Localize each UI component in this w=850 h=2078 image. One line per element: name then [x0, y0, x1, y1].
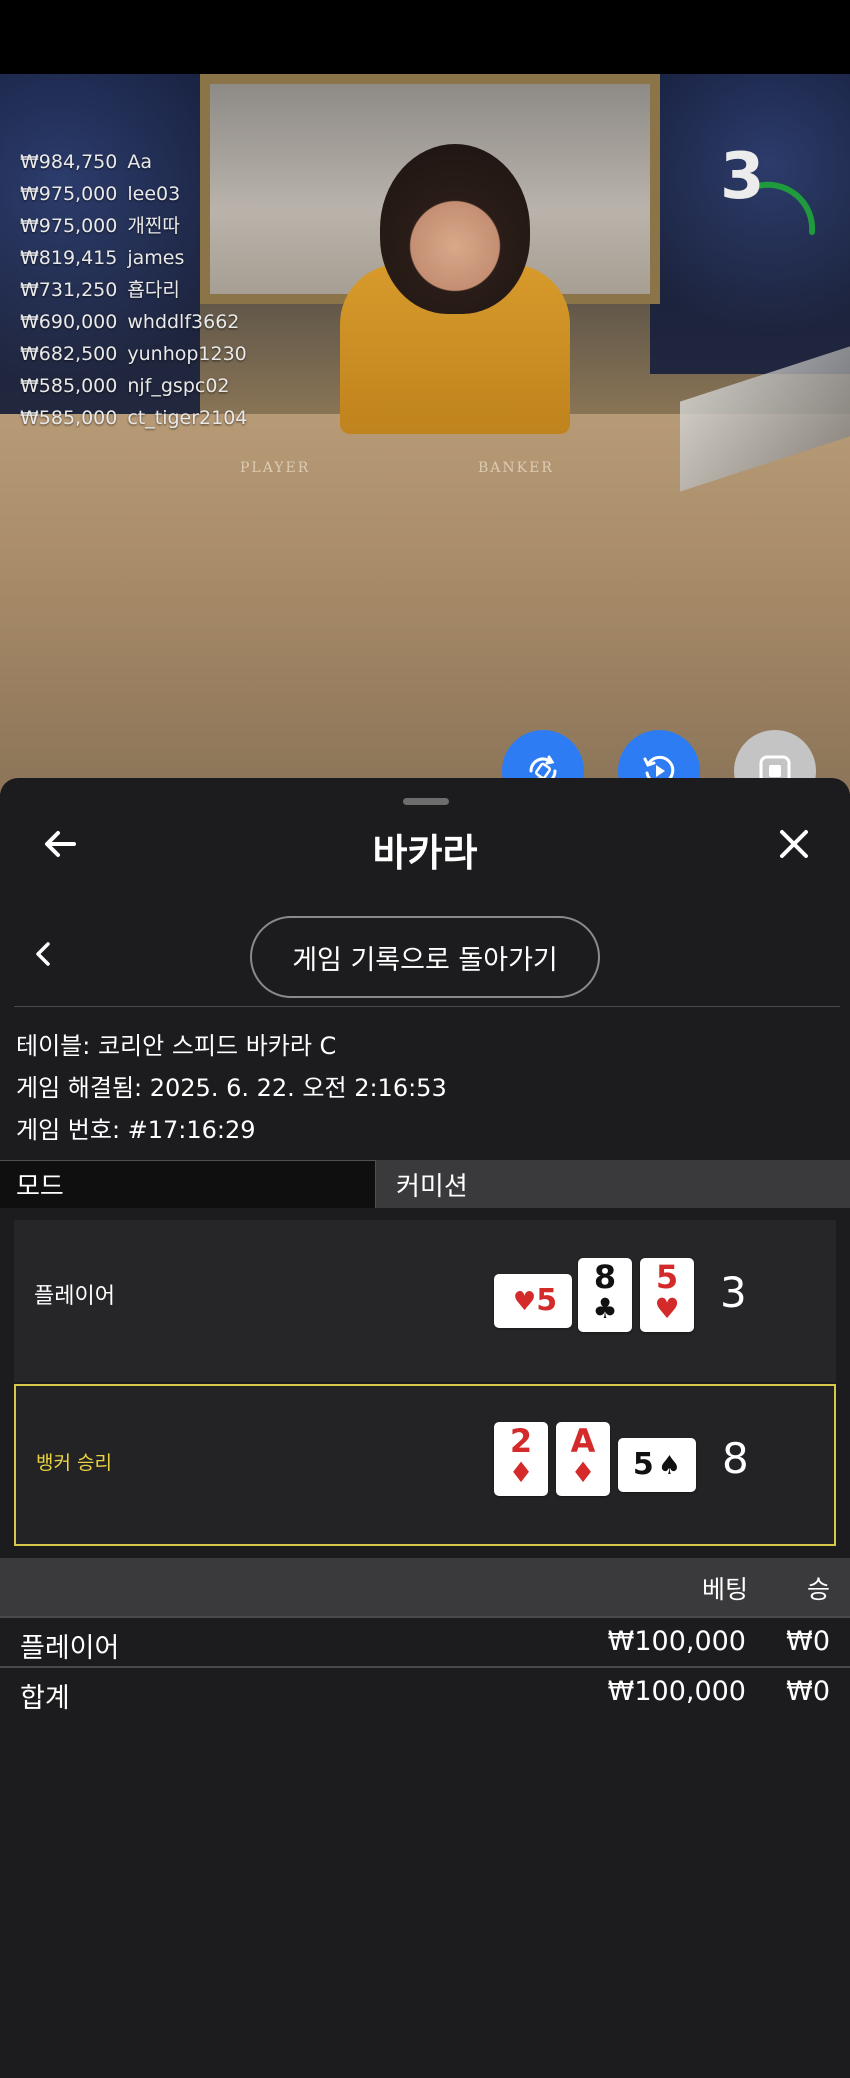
- banker-card-1-rank: 2: [509, 1422, 533, 1460]
- divider: [14, 1006, 840, 1007]
- countdown-timer: 3: [720, 140, 765, 214]
- back-to-history-button[interactable]: 게임 기록으로 돌아가기: [250, 916, 600, 998]
- leaderboard-amount: ₩984,750: [20, 151, 118, 173]
- banker-card-2: A ♦: [556, 1422, 610, 1496]
- banker-score: 8: [722, 1434, 749, 1483]
- bet-total-amount: ₩100,000: [607, 1676, 746, 1707]
- player-card-1: ♥5: [494, 1274, 572, 1328]
- leaderboard-row: ₩585,000 njf_gspc02: [20, 370, 247, 402]
- bet-column-header: 베팅: [701, 1575, 748, 1604]
- tab-commission[interactable]: 커미션: [376, 1160, 850, 1208]
- player-card-2-suit: ♣: [592, 1292, 618, 1325]
- leaderboard-player-name: njf_gspc02: [127, 375, 230, 397]
- leaderboard-amount: ₩975,000: [20, 215, 118, 237]
- banker-card-2-rank: A: [570, 1422, 596, 1460]
- tab-mode[interactable]: 모드: [0, 1160, 376, 1208]
- player-score: 3: [720, 1268, 747, 1317]
- leaderboard-player-name: 개찐따: [127, 215, 180, 237]
- leaderboard: ₩984,750 Aa ₩975,000 lee03 ₩975,000 개찐따 ₩819,4…: [20, 146, 247, 434]
- leaderboard-amount: ₩585,000: [20, 407, 118, 429]
- player-card-2-rank: 8: [593, 1258, 617, 1296]
- leaderboard-player-name: ct_tiger2104: [127, 407, 248, 429]
- sheet-title: 바카라: [372, 831, 478, 875]
- game-number: 게임 번호: #17:16:29: [16, 1116, 256, 1144]
- sheet-header: 바카라: [0, 814, 850, 894]
- bet-row-win: ₩0: [786, 1626, 830, 1657]
- resolved-time: 게임 해결됨: 2025. 6. 22. 오전 2:16:53: [16, 1074, 447, 1102]
- leaderboard-player-name: yunhop1230: [127, 343, 247, 365]
- win-column-header: 승: [806, 1575, 830, 1604]
- player-card-3-suit: ♥: [654, 1292, 680, 1325]
- leaderboard-player-name: whddlf3662: [127, 311, 240, 333]
- leaderboard-amount: ₩682,500: [20, 343, 118, 365]
- mode-tabs: 모드 커미션: [0, 1160, 850, 1208]
- player-hand-label: 플레이어: [34, 1284, 115, 1309]
- player-card-2: 8 ♣: [578, 1258, 632, 1332]
- leaderboard-amount: ₩975,000: [20, 183, 118, 205]
- status-bar: [0, 0, 850, 74]
- banker-card-3-rank: 5: [632, 1447, 654, 1482]
- bet-row-amount: ₩100,000: [607, 1626, 746, 1657]
- felt-player-label: PLAYER: [240, 460, 311, 476]
- player-card-3-rank: 5: [655, 1258, 679, 1296]
- banker-hand: 뱅커 승리 2 ♦ A ♦ 5 ♠ 8: [14, 1384, 836, 1546]
- bet-row-total: 합계 ₩100,000 ₩0: [0, 1668, 850, 1716]
- bets-header: 베팅 승: [0, 1558, 850, 1616]
- banker-hand-label: 뱅커 승리: [36, 1452, 112, 1474]
- leaderboard-row: ₩975,000 lee03: [20, 178, 247, 210]
- table-info: 테이블: 코리안 스피드 바카라 C: [16, 1032, 337, 1060]
- bet-total-win: ₩0: [786, 1676, 830, 1707]
- leaderboard-row: ₩682,500 yunhop1230: [20, 338, 247, 370]
- bet-total-name: 합계: [20, 1683, 70, 1714]
- leaderboard-amount: ₩731,250: [20, 279, 118, 301]
- sheet-grabber[interactable]: [403, 798, 449, 805]
- leaderboard-player-name: james: [127, 247, 185, 269]
- banker-card-1-suit: ♦: [508, 1456, 534, 1489]
- leaderboard-row: ₩975,000 개찐따: [20, 210, 247, 242]
- leaderboard-player-name: Aa: [127, 151, 152, 173]
- banker-card-3-suit: ♠: [657, 1451, 682, 1481]
- dealer-head: [380, 144, 530, 314]
- player-card-1-rank: 5: [536, 1283, 558, 1318]
- banker-card-2-suit: ♦: [570, 1456, 596, 1489]
- player-card-1-suit: ♥: [512, 1287, 537, 1317]
- chevron-left-icon[interactable]: [28, 934, 58, 974]
- leaderboard-row: ₩585,000 ct_tiger2104: [20, 402, 247, 434]
- leaderboard-row: ₩819,415 james: [20, 242, 247, 274]
- bet-row-player: 플레이어 ₩100,000 ₩0: [0, 1618, 850, 1666]
- leaderboard-player-name: lee03: [127, 183, 181, 205]
- player-hand: 플레이어 ♥5 8 ♣ 5 ♥ 3: [14, 1220, 836, 1382]
- leaderboard-amount: ₩585,000: [20, 375, 118, 397]
- close-icon[interactable]: [774, 824, 814, 864]
- leaderboard-row: ₩984,750 Aa: [20, 146, 247, 178]
- felt-banker-label: BANKER: [478, 460, 554, 476]
- history-nav: 게임 기록으로 돌아가기: [0, 910, 850, 1000]
- leaderboard-amount: ₩819,415: [20, 247, 118, 269]
- leaderboard-amount: ₩690,000: [20, 311, 118, 333]
- banker-card-1: 2 ♦: [494, 1422, 548, 1496]
- leaderboard-row: ₩690,000 whddlf3662: [20, 306, 247, 338]
- bet-row-name: 플레이어: [20, 1633, 120, 1664]
- leaderboard-row: ₩731,250 횹다리: [20, 274, 247, 306]
- banker-card-3: 5 ♠: [618, 1438, 696, 1492]
- player-card-3: 5 ♥: [640, 1258, 694, 1332]
- leaderboard-player-name: 횹다리: [127, 279, 180, 301]
- live-video: PLAYER BANKER 3 ₩984,750 Aa ₩975,000 lee03 ₩…: [0, 74, 850, 794]
